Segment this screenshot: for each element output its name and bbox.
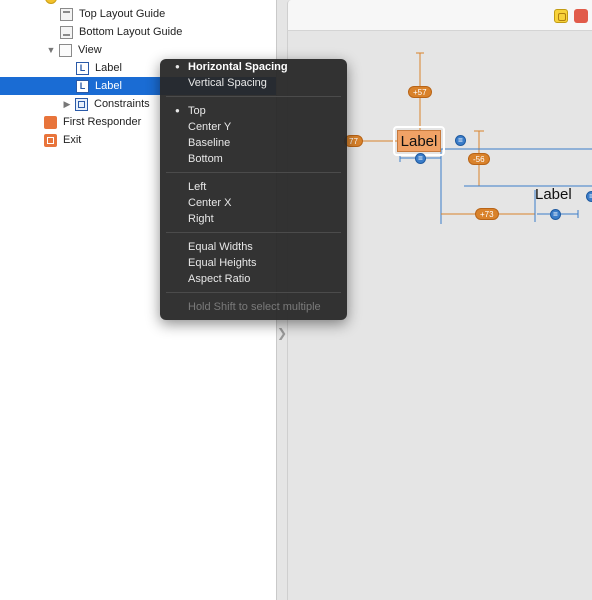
equal-constraint-icon[interactable]: =	[550, 209, 561, 220]
menu-item-left[interactable]: Left	[160, 179, 347, 195]
menu-item-label: Center X	[188, 197, 232, 209]
menu-item-aspect-ratio[interactable]: Aspect Ratio	[160, 271, 347, 287]
menu-separator	[166, 232, 341, 233]
equal-constraint-icon[interactable]: =	[455, 135, 466, 146]
menu-item-equal-heights[interactable]: Equal Heights	[160, 255, 347, 271]
menu-separator	[166, 96, 341, 97]
canvas-label-selected[interactable]: Label	[397, 130, 441, 152]
menu-item-label: Left	[188, 181, 207, 193]
checkmark-bullet-icon: ●	[175, 62, 180, 71]
menu-item-label: Equal Widths	[188, 241, 253, 253]
menu-item-label: Center Y	[188, 121, 232, 133]
menu-hint-label: Hold Shift to select multiple	[188, 301, 321, 313]
menu-item-label: Baseline	[188, 137, 231, 149]
menu-item-label: Aspect Ratio	[188, 273, 251, 285]
constraint-popup-menu: ● Horizontal Spacing Vertical Spacing ● …	[160, 59, 347, 320]
menu-item-label: Right	[188, 213, 214, 225]
menu-item-label: Bottom	[188, 153, 223, 165]
menu-item-bottom[interactable]: Bottom	[160, 151, 347, 167]
menu-hint-hold-shift: Hold Shift to select multiple	[160, 299, 347, 315]
equal-constraint-icon[interactable]: =	[586, 191, 592, 202]
menu-item-center-y[interactable]: Center Y	[160, 119, 347, 135]
menu-item-vertical-spacing[interactable]: Vertical Spacing	[160, 75, 347, 91]
menu-item-horizontal-spacing[interactable]: ● Horizontal Spacing	[160, 59, 347, 75]
menu-item-equal-widths[interactable]: Equal Widths	[160, 239, 347, 255]
canvas-label[interactable]: Label	[535, 186, 572, 203]
menu-item-right[interactable]: Right	[160, 211, 347, 227]
menu-separator	[166, 292, 341, 293]
menu-item-baseline[interactable]: Baseline	[160, 135, 347, 151]
menu-item-label: Top	[188, 105, 206, 117]
menu-item-top[interactable]: ● Top	[160, 103, 347, 119]
equal-constraint-icon[interactable]: =	[415, 153, 426, 164]
menu-item-label: Vertical Spacing	[188, 77, 267, 89]
menu-item-center-x[interactable]: Center X	[160, 195, 347, 211]
checkmark-bullet-icon: ●	[175, 106, 180, 115]
constraint-badge-horizontal[interactable]: +73	[475, 208, 499, 220]
menu-separator	[166, 172, 341, 173]
constraint-badge-vertical[interactable]: -56	[468, 153, 490, 165]
menu-item-label: Equal Heights	[188, 257, 257, 269]
constraint-badge-top[interactable]: +57	[408, 86, 432, 98]
menu-item-label: Horizontal Spacing	[188, 61, 288, 73]
